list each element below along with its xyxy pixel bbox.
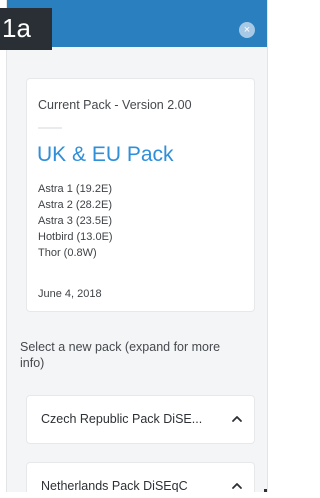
satellite-item: Thor (0.8W) — [38, 247, 97, 259]
pack-date: June 4, 2018 — [38, 288, 102, 300]
pack-panel: × Current Pack - Version 2.00 UK & EU Pa… — [6, 0, 268, 492]
satellite-item: Astra 2 (28.2E) — [38, 199, 112, 211]
chevron-up-icon — [232, 416, 242, 422]
satellite-list: Astra 1 (19.2E) Astra 2 (28.2E) Astra 3 … — [38, 181, 113, 261]
close-icon[interactable]: × — [239, 22, 255, 38]
step-badge: 1a — [0, 8, 52, 50]
pack-option-netherlands[interactable]: Netherlands Pack DiSEqC — [26, 462, 255, 492]
satellite-item: Hotbird (13.0E) — [38, 231, 113, 243]
current-pack-name: UK & EU Pack — [37, 143, 174, 166]
pack-option-czech-republic[interactable]: Czech Republic Pack DiSE... — [26, 395, 255, 444]
chevron-up-icon — [232, 483, 242, 489]
resize-handle — [264, 489, 267, 492]
satellite-item: Astra 3 (23.5E) — [38, 215, 112, 227]
divider — [38, 127, 62, 129]
current-pack-card: Current Pack - Version 2.00 UK & EU Pack… — [26, 78, 255, 312]
pack-option-label: Netherlands Pack DiSEqC — [41, 479, 188, 492]
pack-option-label: Czech Republic Pack DiSE... — [41, 412, 203, 426]
select-prompt: Select a new pack (expand for more info) — [20, 340, 221, 370]
satellite-item: Astra 1 (19.2E) — [38, 183, 112, 195]
current-pack-title: Current Pack - Version 2.00 — [38, 98, 192, 112]
